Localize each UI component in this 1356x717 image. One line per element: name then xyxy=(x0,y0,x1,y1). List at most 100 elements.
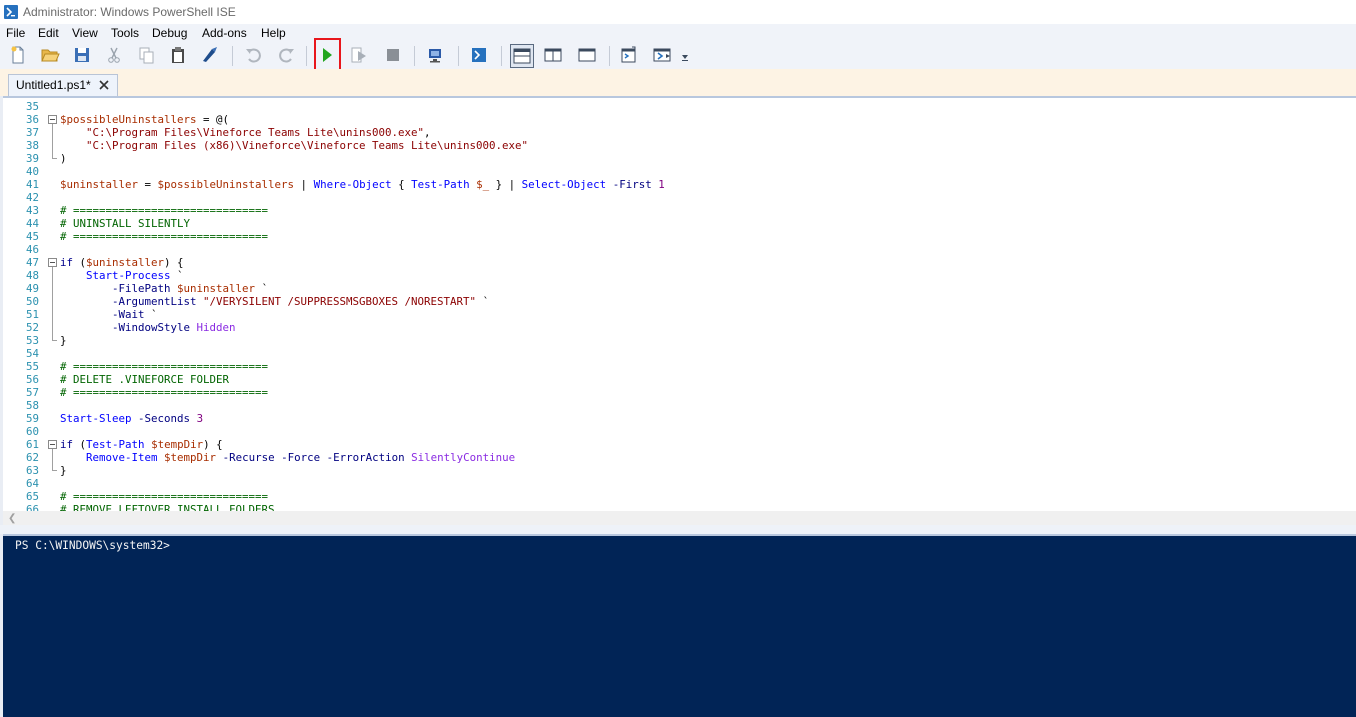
collapse-icon[interactable] xyxy=(48,258,57,267)
code-line[interactable]: 43 # ============================== xyxy=(3,204,1353,217)
code-line[interactable]: 58 xyxy=(3,399,1353,412)
customize-toolbar-icon[interactable] xyxy=(680,52,690,62)
start-powershell-icon[interactable] xyxy=(469,45,491,67)
token-param: -ErrorAction xyxy=(326,451,405,464)
line-number: 61 xyxy=(25,438,39,451)
collapse-icon[interactable] xyxy=(48,440,57,449)
stop-icon[interactable] xyxy=(383,45,405,67)
line-number: 63 xyxy=(25,464,39,477)
menu-edit[interactable]: Edit xyxy=(38,26,59,40)
pane-splitter[interactable] xyxy=(0,525,1356,534)
token-param: -Seconds xyxy=(138,412,191,425)
code-line[interactable]: 56 # DELETE .VINEFORCE FOLDER xyxy=(3,373,1353,386)
token-var: $possibleUninstallers xyxy=(60,113,197,126)
script-editor[interactable]: 35 36 $possibleUninstallers = @(37 "C:\Pro… xyxy=(3,96,1356,511)
token-param: -WindowStyle xyxy=(112,321,191,334)
code-line[interactable]: 50 -ArgumentList "/VERYSILENT /SUPPRESSM… xyxy=(3,295,1353,308)
collapse-icon[interactable] xyxy=(48,115,57,124)
line-number: 36 xyxy=(25,113,39,126)
line-number: 57 xyxy=(25,386,39,399)
close-icon[interactable] xyxy=(97,78,111,92)
code-text: if ($uninstaller) { xyxy=(60,256,184,269)
undo-icon[interactable] xyxy=(244,45,266,67)
toolbar-separator xyxy=(232,46,233,66)
line-number: 43 xyxy=(25,204,39,217)
code-line[interactable]: 35 xyxy=(3,100,1353,113)
code-text: -FilePath $uninstaller ` xyxy=(60,282,268,295)
code-line[interactable]: 46 xyxy=(3,243,1353,256)
code-text: # ============================== xyxy=(60,230,268,243)
line-number: 64 xyxy=(25,477,39,490)
paste-icon[interactable] xyxy=(168,45,190,67)
menu-tools[interactable]: Tools xyxy=(111,26,139,40)
token-plain: } | xyxy=(489,178,522,191)
token-kw: if xyxy=(60,438,74,451)
code-line[interactable]: 66 # REMOVE LEFTOVER INSTALL FOLDERS xyxy=(3,503,1353,511)
line-number: 60 xyxy=(25,425,39,438)
fold-guide-end xyxy=(52,340,57,341)
show-script-pane-top-icon[interactable] xyxy=(510,44,534,68)
code-line[interactable]: 51 -Wait ` xyxy=(3,308,1353,321)
code-line[interactable]: 48 Start-Process ` xyxy=(3,269,1353,282)
menu-debug[interactable]: Debug xyxy=(152,26,187,40)
menu-file[interactable]: File xyxy=(6,26,25,40)
menu-help[interactable]: Help xyxy=(261,26,286,40)
code-line[interactable]: 65 # ============================== xyxy=(3,490,1353,503)
code-line[interactable]: 60 xyxy=(3,425,1353,438)
code-line[interactable]: 41 $uninstaller = $possibleUninstallers |… xyxy=(3,178,1353,191)
code-line[interactable]: 45 # ============================== xyxy=(3,230,1353,243)
token-plain: { xyxy=(391,178,412,191)
code-line[interactable]: 61 if (Test-Path $tempDir) { xyxy=(3,438,1353,451)
code-line[interactable]: 52 -WindowStyle Hidden xyxy=(3,321,1353,334)
show-script-pane-right-icon[interactable] xyxy=(543,45,565,67)
code-text: } xyxy=(60,334,67,347)
code-line[interactable]: 54 xyxy=(3,347,1353,360)
code-line[interactable]: 62 Remove-Item $tempDir -Recurse -Force … xyxy=(3,451,1353,464)
show-command-window-icon[interactable] xyxy=(619,45,641,67)
token-plain: ` xyxy=(170,269,184,282)
code-line[interactable]: 64 xyxy=(3,477,1353,490)
redo-icon[interactable] xyxy=(276,45,298,67)
open-icon[interactable] xyxy=(40,45,62,67)
code-line[interactable]: 39) xyxy=(3,152,1353,165)
console-pane[interactable]: PS C:\WINDOWS\system32> xyxy=(3,534,1356,717)
code-line[interactable]: 42 xyxy=(3,191,1353,204)
code-line[interactable]: 55 # ============================== xyxy=(3,360,1353,373)
token-cmd: Remove-Item xyxy=(86,451,158,464)
show-command-addon-icon[interactable] xyxy=(652,45,674,67)
code-line[interactable]: 47 if ($uninstaller) { xyxy=(3,256,1353,269)
new-script-icon[interactable] xyxy=(8,45,30,67)
scroll-left-icon[interactable]: ❮ xyxy=(8,513,16,524)
new-remote-tab-icon[interactable] xyxy=(425,45,447,67)
code-line[interactable]: 53} xyxy=(3,334,1353,347)
token-plain: } xyxy=(60,464,67,477)
code-line[interactable]: 49 -FilePath $uninstaller ` xyxy=(3,282,1353,295)
copy-icon[interactable] xyxy=(136,45,158,67)
run-script-icon[interactable] xyxy=(317,45,339,67)
code-line[interactable]: 57 # ============================== xyxy=(3,386,1353,399)
clear-console-icon[interactable] xyxy=(200,45,222,67)
code-line[interactable]: 63} xyxy=(3,464,1353,477)
menu-add-ons[interactable]: Add-ons xyxy=(202,26,247,40)
token-num: 1 xyxy=(658,178,665,191)
code-line[interactable]: 59 Start-Sleep -Seconds 3 xyxy=(3,412,1353,425)
cut-icon[interactable] xyxy=(104,45,126,67)
line-number: 45 xyxy=(25,230,39,243)
code-line[interactable]: 37 "C:\Program Files\Vineforce Teams Lit… xyxy=(3,126,1353,139)
token-com: # REMOVE LEFTOVER INSTALL FOLDERS xyxy=(60,503,275,511)
code-line[interactable]: 36 $possibleUninstallers = @( xyxy=(3,113,1353,126)
code-line[interactable]: 44 # UNINSTALL SILENTLY xyxy=(3,217,1353,230)
code-line[interactable]: 38 "C:\Program Files (x86)\Vineforce\Vin… xyxy=(3,139,1353,152)
tab-untitled1[interactable]: Untitled1.ps1* xyxy=(8,74,118,96)
code-line[interactable]: 40 xyxy=(3,165,1353,178)
save-icon[interactable] xyxy=(72,45,94,67)
show-script-pane-maximized-icon[interactable] xyxy=(577,45,599,67)
line-number: 38 xyxy=(25,139,39,152)
run-selection-icon[interactable] xyxy=(349,45,371,67)
fold-guide xyxy=(52,124,53,159)
menu-view[interactable]: View xyxy=(72,26,98,40)
editor-horizontal-scrollbar[interactable]: ❮ xyxy=(3,511,1356,525)
